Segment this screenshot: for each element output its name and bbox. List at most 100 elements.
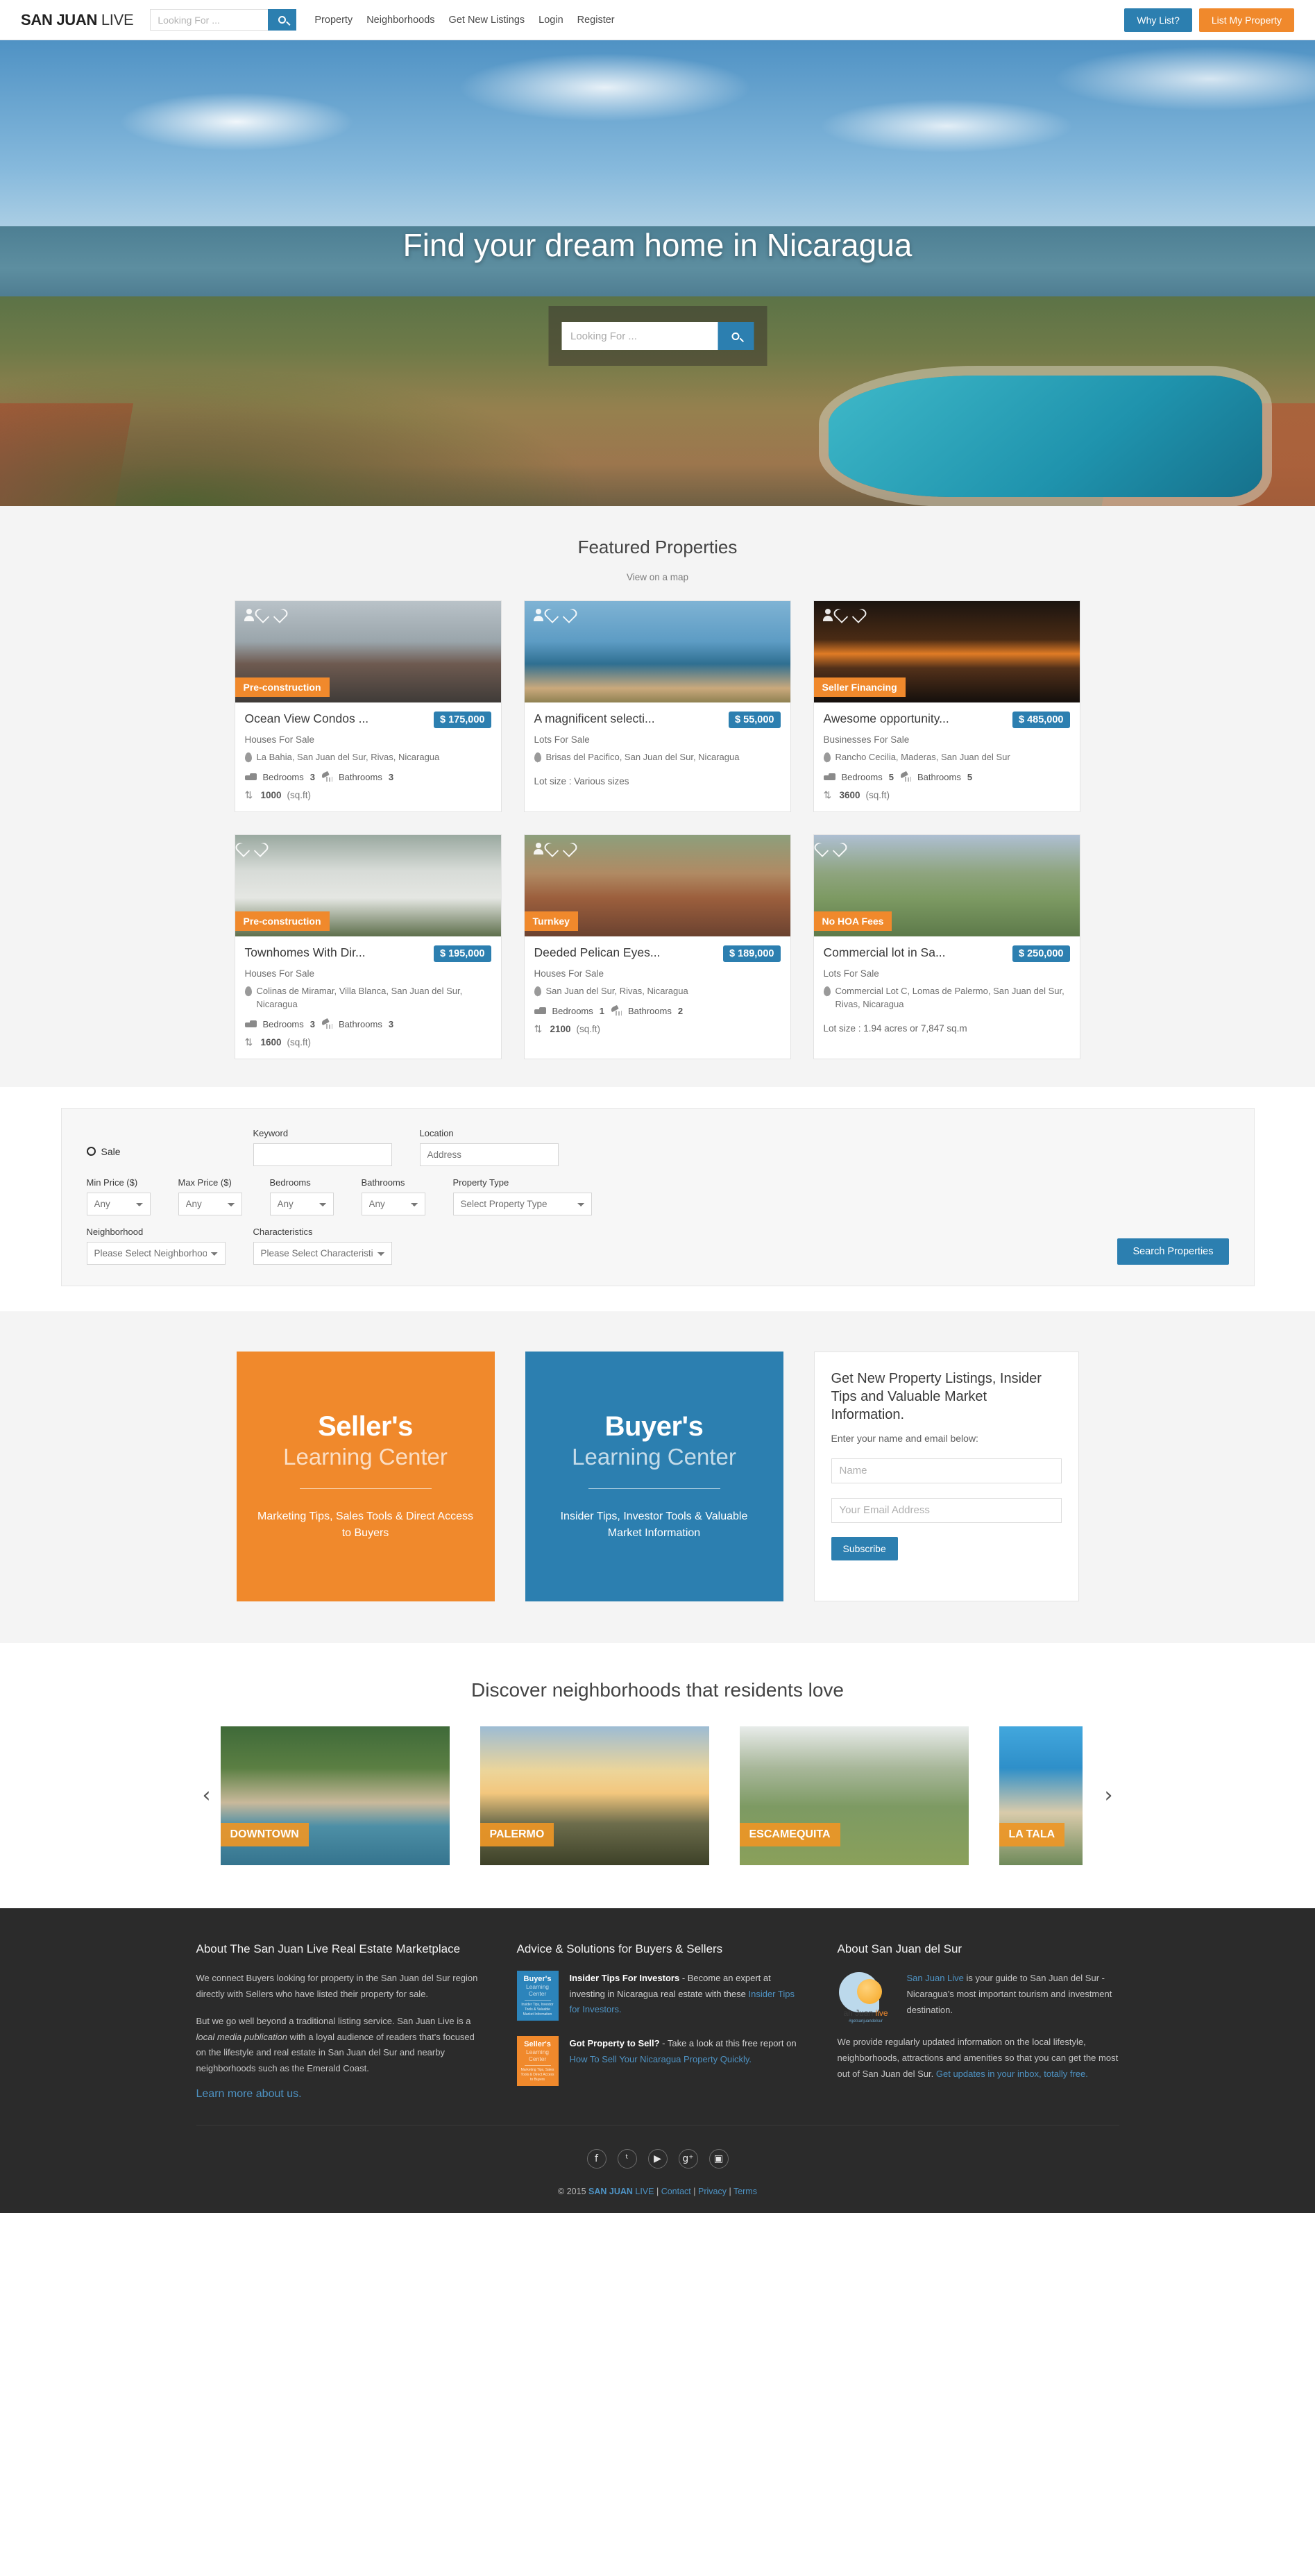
nav-item-register[interactable]: Register	[577, 15, 615, 26]
facebook-icon[interactable]: f	[586, 2149, 606, 2169]
bathrooms-label: Bathrooms	[917, 771, 961, 782]
favorite-heart-icon[interactable]	[244, 842, 259, 856]
keyword-input[interactable]	[253, 1143, 392, 1166]
property-badge: Seller Financing	[813, 677, 906, 697]
property-card[interactable]: Pre-construction Ocean View Condos ... $…	[234, 600, 502, 812]
max-price-select[interactable]: Any	[178, 1192, 242, 1215]
hero-search-button[interactable]	[718, 322, 754, 350]
footer-contact-link[interactable]: Contact	[661, 2187, 691, 2196]
sale-radio[interactable]: Sale	[86, 1146, 226, 1157]
sjds-p1-link[interactable]: San Juan Live	[907, 1973, 964, 1983]
copyright-sep-1: |	[654, 2187, 661, 2197]
neighborhood-select[interactable]: Please Select Neighborhood	[86, 1241, 226, 1265]
property-card[interactable]: No HOA Fees Commercial lot in Sa... $ 25…	[813, 834, 1080, 1059]
location-input[interactable]	[419, 1143, 559, 1166]
googleplus-icon[interactable]: g⁺	[678, 2149, 698, 2169]
favorite-heart-icon[interactable]	[552, 608, 568, 622]
newsletter-name-input[interactable]	[831, 1458, 1062, 1483]
location-pin-icon	[244, 752, 252, 762]
buyer-learning-center-thumb[interactable]: Buyer's Learning Center Insider Tips, In…	[516, 1971, 559, 2021]
seller-lc-heading: Seller's	[318, 1411, 413, 1442]
property-image[interactable]: Pre-construction	[235, 834, 501, 936]
sjds-p2-link[interactable]: Get updates in your inbox, totally free.	[936, 2069, 1088, 2079]
hero-search-input[interactable]	[561, 322, 718, 350]
person-icon	[533, 609, 545, 621]
nav-item-property[interactable]: Property	[314, 15, 353, 26]
bed-icon	[534, 1007, 546, 1015]
property-card-body: Ocean View Condos ... $ 175,000 Houses F…	[235, 702, 501, 811]
nav-item-login[interactable]: Login	[538, 15, 563, 26]
carousel-next-arrow[interactable]: ›	[1095, 1785, 1123, 1806]
property-card[interactable]: Pre-construction Townhomes With Dir... $…	[234, 834, 502, 1059]
nav-item-get-new-listings[interactable]: Get New Listings	[449, 15, 525, 26]
property-title[interactable]: Townhomes With Dir...	[245, 945, 366, 960]
property-image[interactable]: Pre-construction	[235, 601, 501, 702]
neighborhood-card[interactable]: DOWNTOWN	[220, 1726, 450, 1865]
youtube-icon[interactable]: ▶	[647, 2149, 668, 2169]
view-on-map-link[interactable]: View on a map	[0, 572, 1315, 582]
footer-learn-more-link[interactable]: Learn more about us.	[196, 2088, 302, 2100]
thumb-description: Marketing Tips, Sales Tools & Direct Acc…	[520, 2068, 554, 2082]
bathrooms-select[interactable]: Any	[361, 1192, 425, 1215]
twitter-icon[interactable]: ᵗ	[617, 2149, 637, 2169]
newsletter-email-input[interactable]	[831, 1497, 1062, 1523]
property-card[interactable]: Seller Financing Awesome opportunity... …	[813, 600, 1080, 812]
advice-bold-1: Got Property to Sell?	[569, 2038, 660, 2049]
property-card-body: Deeded Pelican Eyes... $ 189,000 Houses …	[525, 936, 790, 1045]
property-specs: Bedrooms 5 Bathrooms 5	[823, 771, 1070, 782]
property-image[interactable]: Seller Financing	[813, 601, 1080, 702]
search-properties-button[interactable]: Search Properties	[1117, 1238, 1229, 1265]
property-title[interactable]: Awesome opportunity...	[824, 712, 949, 726]
footer-advice-text: Insider Tips For Investors - Become an e…	[570, 1971, 799, 2021]
property-image[interactable]: No HOA Fees	[813, 834, 1080, 936]
area-icon: ⇅	[823, 789, 832, 800]
header-search-button[interactable]	[268, 9, 297, 31]
property-title[interactable]: Deeded Pelican Eyes...	[534, 945, 661, 960]
thumb-heading: Seller's	[524, 2040, 551, 2049]
property-type-select[interactable]: Select Property Type	[452, 1192, 592, 1215]
favorite-heart-icon[interactable]	[552, 842, 568, 856]
favorite-heart-icon[interactable]	[822, 842, 838, 856]
footer-privacy-link[interactable]: Privacy	[698, 2187, 727, 2196]
property-title[interactable]: A magnificent selecti...	[534, 712, 655, 726]
subscribe-button[interactable]: Subscribe	[831, 1536, 898, 1560]
property-image[interactable]: Turnkey	[524, 834, 790, 936]
carousel-prev-arrow[interactable]: ‹	[193, 1785, 221, 1806]
favorite-heart-icon[interactable]	[263, 608, 278, 622]
buyer-lc-description: Insider Tips, Investor Tools & Valuable …	[560, 1510, 748, 1539]
characteristics-select[interactable]: Please Select Characteristics	[253, 1241, 392, 1265]
seller-learning-center-thumb[interactable]: Seller's Learning Center Marketing Tips,…	[516, 2036, 559, 2087]
property-image[interactable]	[524, 601, 790, 702]
top-navigation-bar: SAN JUAN LIVE Property Neighborhoods Get…	[0, 0, 1315, 40]
nav-item-neighborhoods[interactable]: Neighborhoods	[366, 15, 434, 26]
why-list-button[interactable]: Why List?	[1124, 8, 1192, 32]
property-image-icons	[244, 842, 259, 856]
learning-centers-row: Seller's Learning Center Marketing Tips,…	[235, 1351, 1081, 1601]
footer-terms-link[interactable]: Terms	[733, 2187, 757, 2196]
thumb-heading: Buyer's	[523, 1975, 552, 1984]
neighborhood-card[interactable]: ESCAMEQUITA	[739, 1726, 969, 1865]
property-card[interactable]: Turnkey Deeded Pelican Eyes... $ 189,000…	[523, 834, 791, 1059]
advanced-search-panel: Sale Keyword Location Min Price ($) Any …	[60, 1107, 1255, 1286]
seller-learning-center-card[interactable]: Seller's Learning Center Marketing Tips,…	[236, 1351, 495, 1601]
footer-advice-heading: Advice & Solutions for Buyers & Sellers	[516, 1942, 723, 1955]
neighborhood-card[interactable]: LA TALA	[999, 1726, 1083, 1865]
property-title[interactable]: Ocean View Condos ...	[245, 712, 369, 726]
property-card[interactable]: A magnificent selecti... $ 55,000 Lots F…	[523, 600, 791, 812]
favorite-heart-icon[interactable]	[842, 608, 857, 622]
seller-lc-divider	[299, 1488, 432, 1489]
bedrooms-select[interactable]: Any	[269, 1192, 334, 1215]
list-my-property-button[interactable]: List My Property	[1198, 8, 1294, 32]
site-logo[interactable]: SAN JUAN LIVE	[21, 11, 134, 29]
bathrooms-value: 3	[388, 771, 394, 782]
neighborhood-card[interactable]: PALERMO	[480, 1726, 709, 1865]
buyer-learning-center-card[interactable]: Buyer's Learning Center Insider Tips, In…	[525, 1351, 783, 1601]
area-value: 1000	[260, 789, 282, 800]
min-price-select[interactable]: Any	[86, 1192, 151, 1215]
radio-circle-icon	[86, 1147, 96, 1156]
instagram-icon[interactable]: ▣	[709, 2149, 729, 2169]
property-location: San Juan del Sur, Rivas, Nicaragua	[534, 985, 781, 998]
advice-link-1[interactable]: How To Sell Your Nicaragua Property Quic…	[570, 2054, 752, 2064]
header-search-input[interactable]	[150, 9, 269, 31]
property-title[interactable]: Commercial lot in Sa...	[824, 945, 946, 960]
